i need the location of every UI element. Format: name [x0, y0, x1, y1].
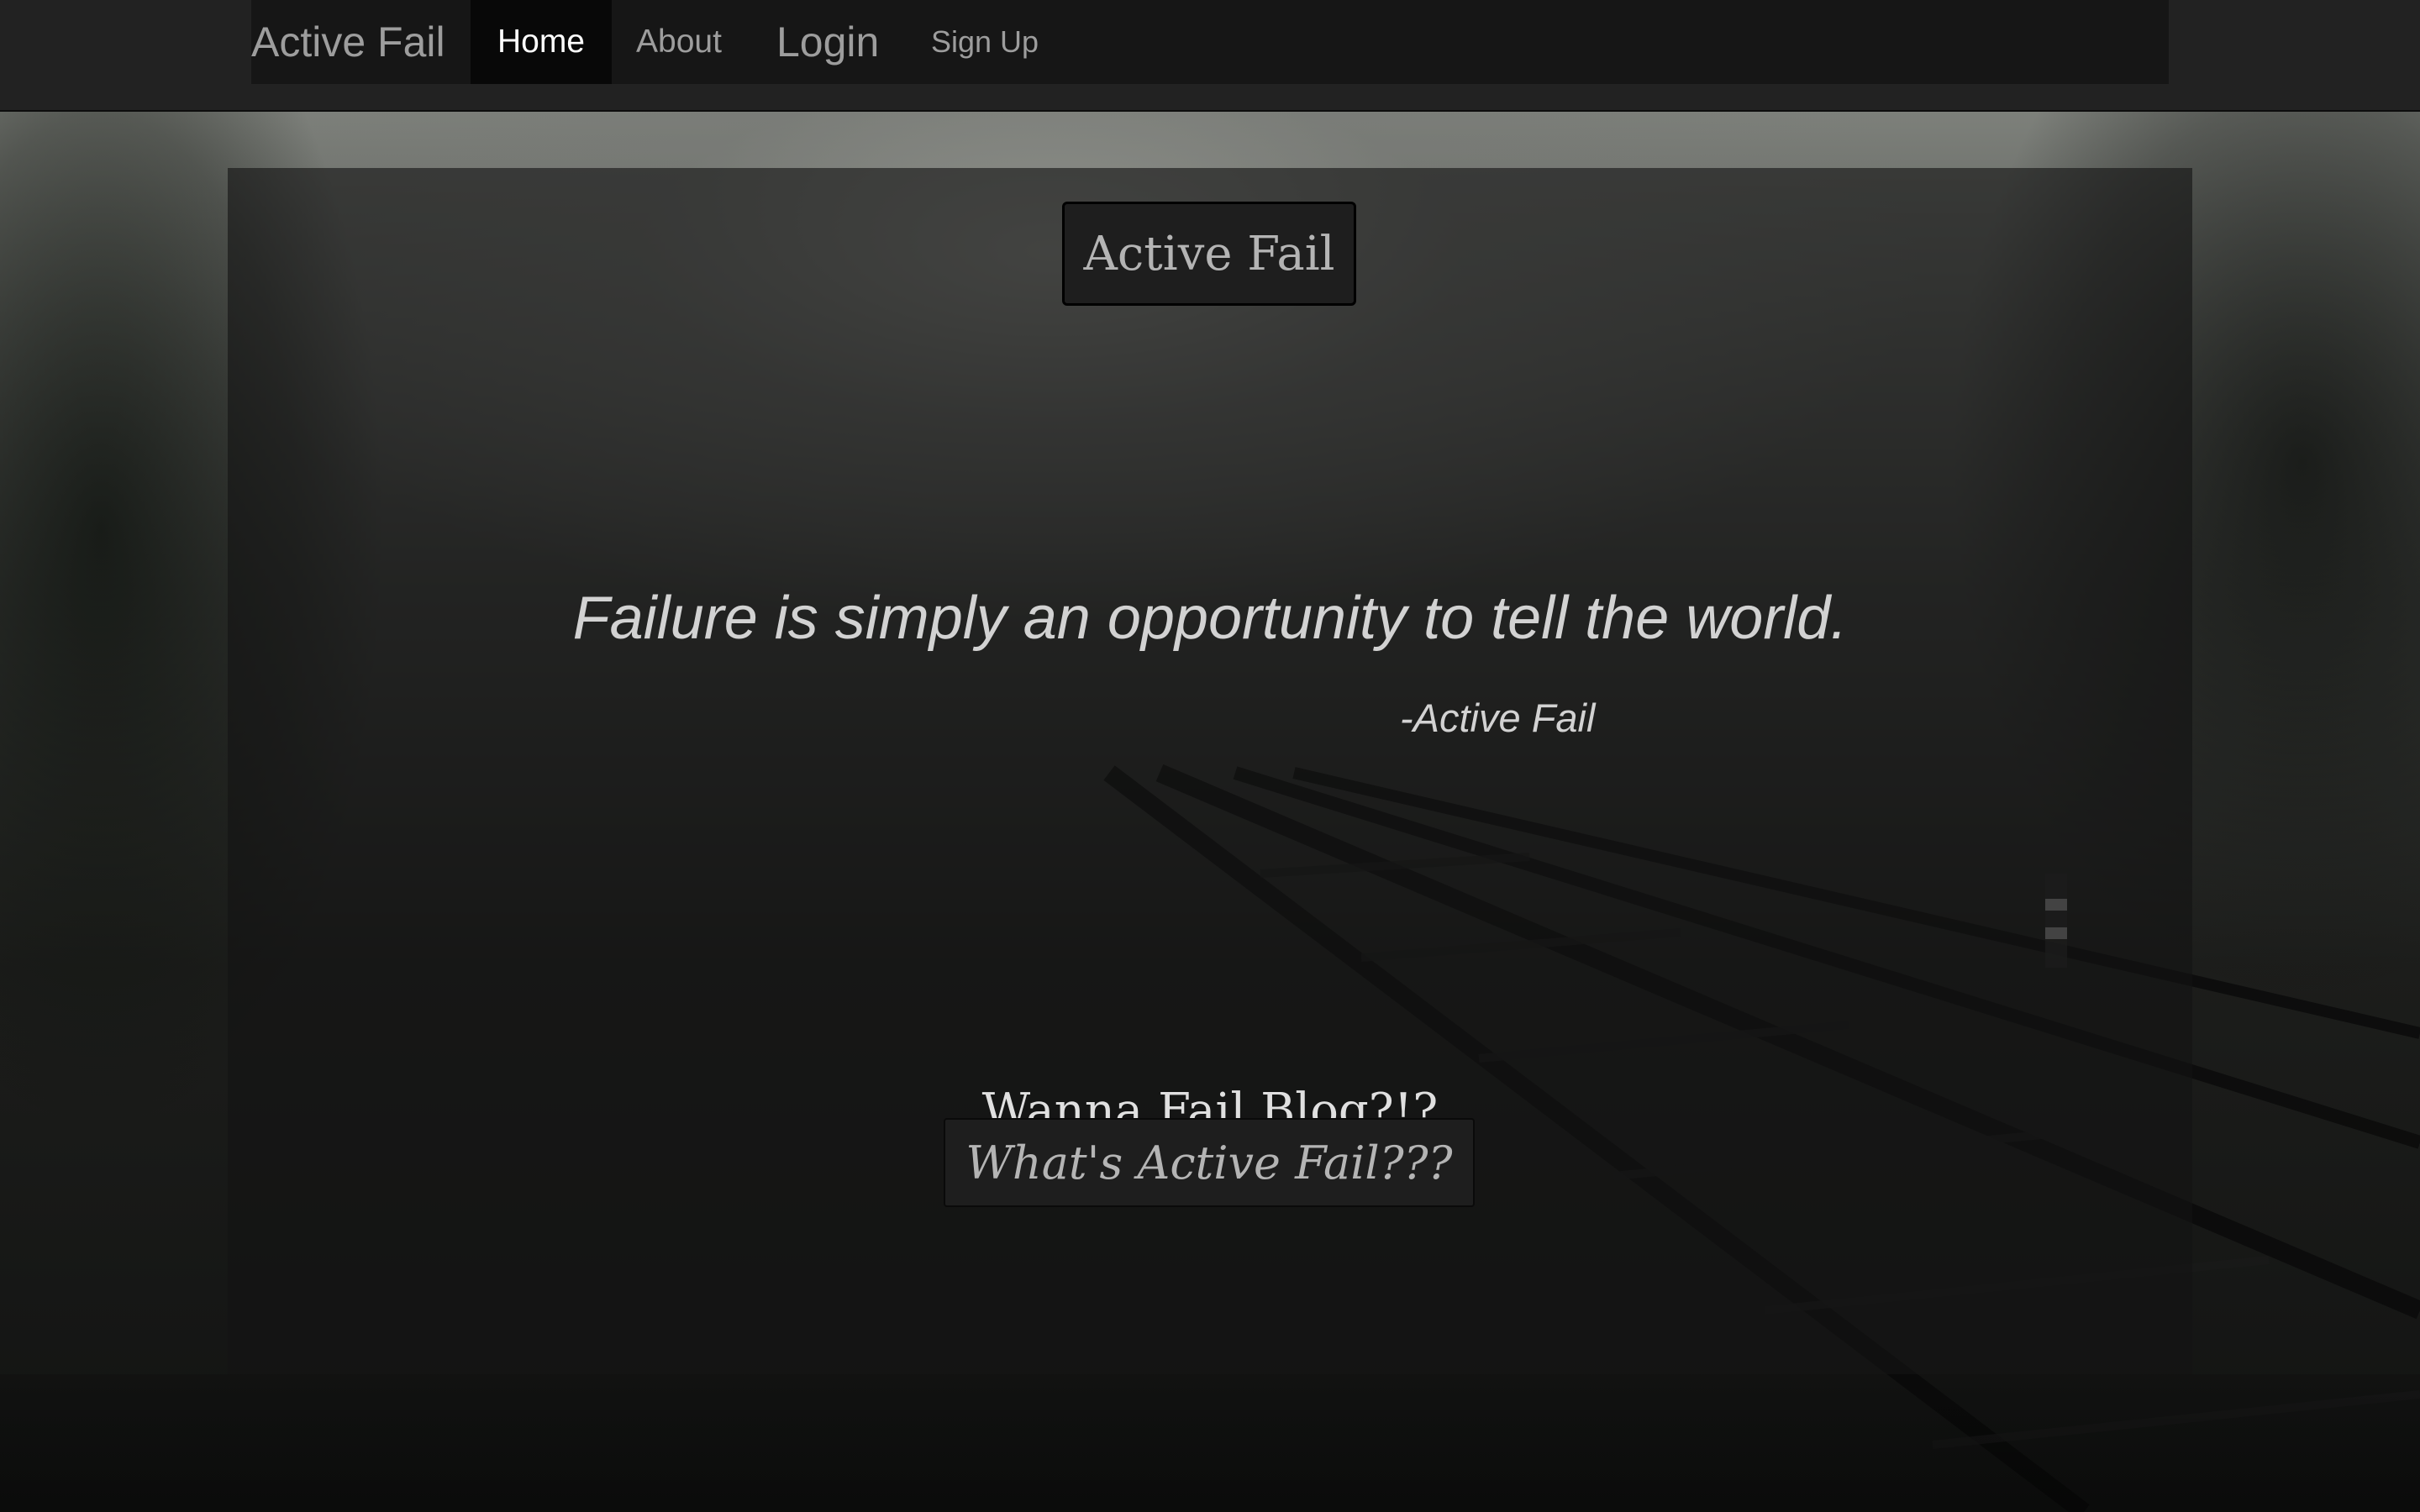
- whats-active-fail-button[interactable]: What's Active Fail???: [944, 1118, 1475, 1207]
- navbar-container: Active Fail Home About Login Sign Up: [251, 0, 2169, 84]
- background-bottom-shade: [0, 1374, 2420, 1512]
- nav-item-about[interactable]: About: [636, 0, 722, 84]
- nav-item-sign-up[interactable]: Sign Up: [931, 0, 1039, 84]
- navbar-brand-link[interactable]: Active Fail: [251, 18, 445, 66]
- page-title: Active Fail: [1062, 202, 1356, 306]
- quote-attribution: -Active Fail: [1400, 696, 1596, 740]
- main-panel: Active Fail Failure is simply an opportu…: [228, 168, 2192, 1374]
- nav-item-home[interactable]: Home: [471, 0, 612, 84]
- nav-item-login[interactable]: Login: [776, 0, 879, 84]
- quote-text: Failure is simply an opportunity to tell…: [572, 585, 1848, 652]
- navbar: Active Fail Home About Login Sign Up: [0, 0, 2420, 112]
